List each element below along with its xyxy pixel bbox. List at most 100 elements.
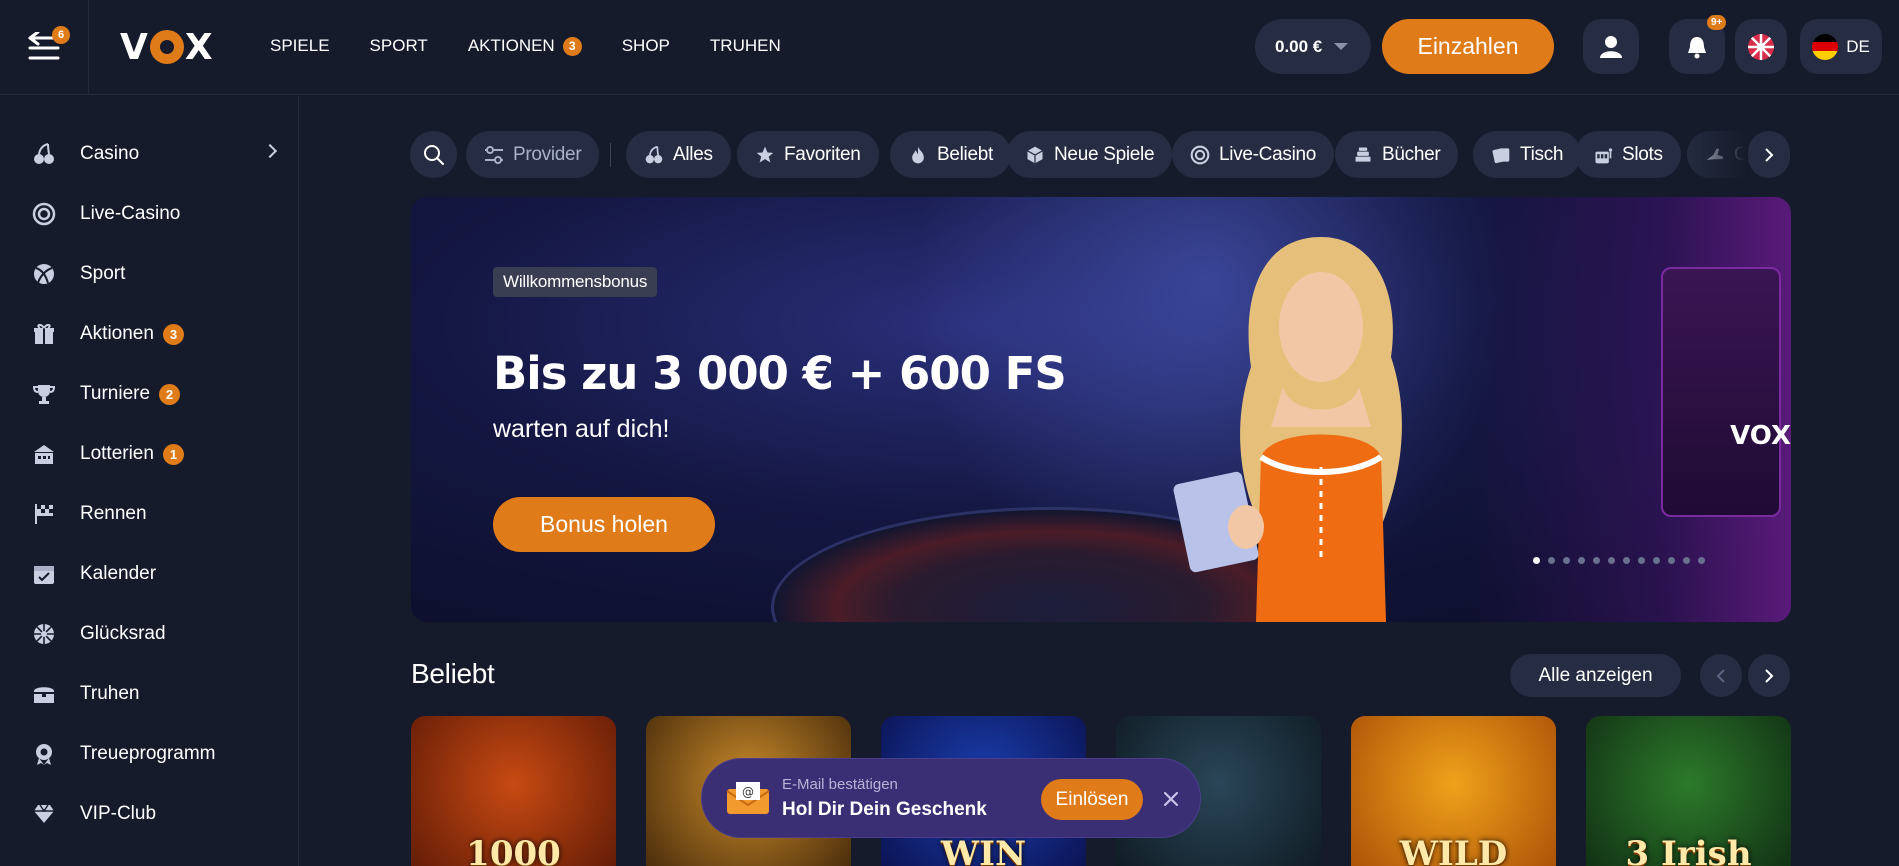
bell-icon — [1688, 36, 1706, 58]
show-all-button[interactable]: Alle anzeigen — [1510, 654, 1681, 697]
sidebar-item-live-casino[interactable]: Live-Casino — [0, 189, 299, 239]
game-title: WILD — [1399, 834, 1508, 866]
top-nav-label: SPORT — [369, 36, 428, 55]
filter-chip-all[interactable]: Alles — [626, 131, 731, 178]
chevron-right-icon — [1765, 668, 1774, 683]
slide-dot[interactable] — [1683, 557, 1690, 564]
next-button[interactable] — [1748, 654, 1790, 697]
slide-dot[interactable] — [1638, 557, 1645, 564]
menu-badge: 6 — [52, 26, 70, 44]
provider-filter-button[interactable]: Provider — [466, 131, 600, 178]
filter-scroll-right-button[interactable] — [1748, 131, 1790, 178]
medal-icon — [30, 740, 58, 768]
search-button[interactable] — [410, 131, 457, 178]
get-bonus-button[interactable]: Bonus holen — [493, 497, 715, 552]
search-icon — [423, 144, 444, 165]
top-nav-item-shop[interactable]: SHOP — [622, 36, 670, 56]
sidebar-item-casino[interactable]: Casino — [0, 129, 299, 179]
books-icon — [1353, 145, 1373, 165]
toast-subtitle: E-Mail bestätigen — [782, 776, 898, 793]
sidebar-item-rennen[interactable]: Rennen — [0, 489, 299, 539]
header-divider — [88, 0, 89, 95]
filter-chip-label: Tisch — [1520, 143, 1564, 165]
slide-dot[interactable] — [1698, 557, 1705, 564]
close-icon[interactable] — [1158, 786, 1184, 812]
cherries-icon — [644, 145, 664, 165]
chevron-left-icon — [1716, 668, 1725, 683]
previous-button[interactable] — [1700, 654, 1742, 697]
filter-chip-favorites[interactable]: Favoriten — [737, 131, 879, 178]
top-nav-item-truhen[interactable]: TRUHEN — [710, 36, 781, 56]
sidebar-item-label: Lotterien — [80, 443, 154, 464]
game-card[interactable]: WILD — [1351, 716, 1556, 866]
sidebar-item-badge: 2 — [159, 383, 181, 405]
filter-chip-table[interactable]: Tisch — [1473, 131, 1582, 178]
chevron-right-icon — [1765, 147, 1774, 162]
top-nav-item-sport[interactable]: SPORT — [370, 36, 428, 56]
sidebar-item-label: Glücksrad — [80, 623, 166, 644]
language-selector[interactable]: DE — [1800, 19, 1882, 74]
flame-icon — [908, 145, 928, 165]
filter-chip-live-casino[interactable]: Live-Casino — [1172, 131, 1335, 178]
diamond-icon — [30, 800, 58, 828]
sidebar-item-label: Sport — [80, 263, 126, 284]
user-icon — [1600, 35, 1622, 58]
game-card[interactable]: 1000OLYMPUS — [411, 716, 616, 866]
sidebar-item-turniere[interactable]: Turniere 2 — [0, 369, 299, 419]
filter-chip-popular[interactable]: Beliebt — [890, 131, 1011, 178]
slide-dot[interactable] — [1668, 557, 1675, 564]
profile-button[interactable] — [1583, 19, 1639, 74]
sidebar-item-badge: 1 — [162, 443, 184, 465]
slide-dot[interactable] — [1593, 557, 1600, 564]
sidebar-item-aktionen[interactable]: Aktionen 3 — [0, 309, 299, 359]
filter-chip-slots[interactable]: Slots — [1575, 131, 1681, 178]
filter-chip-label: Beliebt — [937, 143, 993, 165]
slot-machine-logo: VOX — [1730, 421, 1791, 451]
ball-icon — [30, 260, 58, 288]
sidebar-item-truhen[interactable]: Truhen — [0, 669, 299, 719]
slot-machine-image — [1661, 267, 1781, 517]
notifications-button[interactable]: 9+ — [1669, 15, 1727, 74]
top-nav-item-spiele[interactable]: SPIELE — [270, 36, 330, 56]
slide-dot[interactable] — [1563, 557, 1570, 564]
slide-dot[interactable] — [1623, 557, 1630, 564]
sidebar-item-kalender[interactable]: Kalender — [0, 549, 299, 599]
envelope-icon: @ — [726, 782, 770, 814]
logo[interactable]: VX — [120, 27, 214, 68]
sidebar-item-glücksrad[interactable]: Glücksrad — [0, 609, 299, 659]
hero-banner[interactable]: VOX Willkommensbonus Bis zu 3 000 € + 60… — [411, 197, 1791, 622]
slide-dot[interactable] — [1608, 557, 1615, 564]
slide-dot[interactable] — [1578, 557, 1585, 564]
logo-o-icon — [149, 30, 184, 64]
sidebar: Casino Live-Casino Sport Aktionen 3 Turniere 2… — [0, 96, 299, 866]
filter-chip-label: Favoriten — [784, 143, 861, 165]
redeem-button[interactable]: Einlösen — [1041, 779, 1143, 820]
sidebar-item-treueprogramm[interactable]: Treueprogramm — [0, 729, 299, 779]
roulette-icon — [1190, 145, 1210, 165]
sidebar-item-sport[interactable]: Sport — [0, 249, 299, 299]
sidebar-item-label: Casino — [80, 143, 140, 164]
germany-flag-icon — [1812, 33, 1839, 60]
sidebar-item-vip-club[interactable]: VIP-Club — [0, 789, 299, 839]
wheel-button[interactable] — [1735, 19, 1787, 74]
chevron-down-icon — [1334, 43, 1349, 50]
slide-dot[interactable] — [1533, 557, 1540, 564]
star-icon — [755, 145, 775, 165]
game-card[interactable]: 3 Irish — [1586, 716, 1791, 866]
filter-chip-new-games[interactable]: Neue Spiele — [1007, 131, 1173, 178]
filter-separator — [610, 143, 611, 167]
section-title-popular: Beliebt — [411, 658, 495, 689]
roulette-icon — [30, 200, 58, 228]
top-nav-item-aktionen[interactable]: AKTIONEN 3 — [468, 36, 582, 56]
filter-chip-books[interactable]: Bücher — [1335, 131, 1459, 178]
slide-dot[interactable] — [1653, 557, 1660, 564]
top-nav-badge: 3 — [562, 36, 582, 56]
deposit-button[interactable]: Einzahlen — [1382, 19, 1554, 74]
top-nav-label: TRUHEN — [709, 36, 781, 55]
balance-dropdown[interactable]: 0.00 € — [1255, 19, 1371, 74]
sidebar-toggle-button[interactable]: 6 — [22, 26, 70, 66]
sidebar-item-lotterien[interactable]: Lotterien 1 — [0, 429, 299, 479]
sidebar-item-badge: 3 — [162, 323, 184, 345]
sidebar-item-label: Truhen — [80, 683, 140, 704]
slide-dot[interactable] — [1548, 557, 1555, 564]
